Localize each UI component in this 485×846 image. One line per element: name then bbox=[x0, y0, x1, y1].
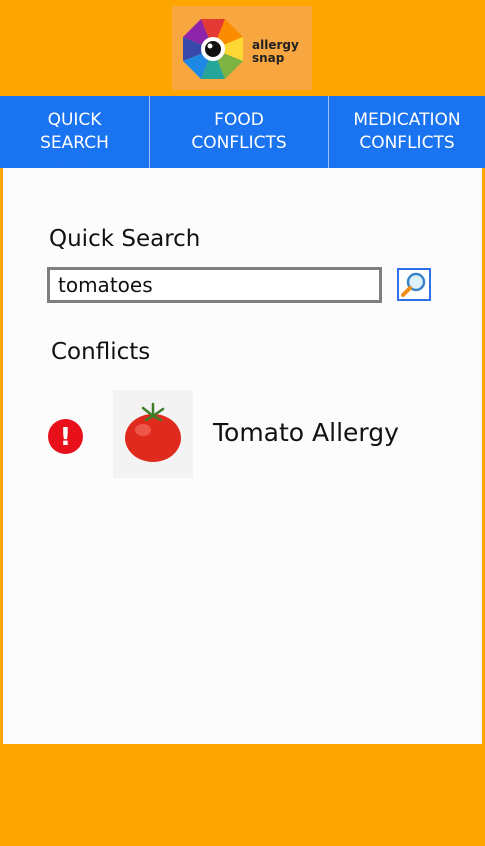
tab-quick-search[interactable]: QUICK SEARCH bbox=[0, 96, 149, 168]
logo-text: allergy snap bbox=[252, 38, 299, 65]
search-button[interactable] bbox=[397, 268, 431, 301]
app-header: allergy snap bbox=[0, 0, 485, 96]
conflict-name: Tomato Allergy bbox=[213, 418, 399, 447]
tab-food-conflicts[interactable]: FOOD CONFLICTS bbox=[149, 96, 328, 168]
alert-icon: ! bbox=[48, 419, 83, 454]
conflicts-title: Conflicts bbox=[51, 339, 151, 365]
tab-medication-conflicts[interactable]: MEDICATION CONFLICTS bbox=[328, 96, 485, 168]
allergy-snap-logo: allergy snap bbox=[172, 6, 312, 90]
app-footer bbox=[0, 745, 485, 846]
search-input[interactable] bbox=[47, 267, 382, 303]
main-content: Quick Search Conflicts ! Tomato Allergy bbox=[3, 168, 482, 744]
tomato-image bbox=[113, 390, 193, 478]
logo-flower-icon bbox=[183, 19, 243, 79]
quick-search-title: Quick Search bbox=[49, 226, 201, 252]
magnifier-icon bbox=[401, 272, 426, 297]
tab-bar: QUICK SEARCH FOOD CONFLICTS MEDICATION C… bbox=[0, 96, 485, 168]
alert-glyph: ! bbox=[59, 422, 72, 451]
